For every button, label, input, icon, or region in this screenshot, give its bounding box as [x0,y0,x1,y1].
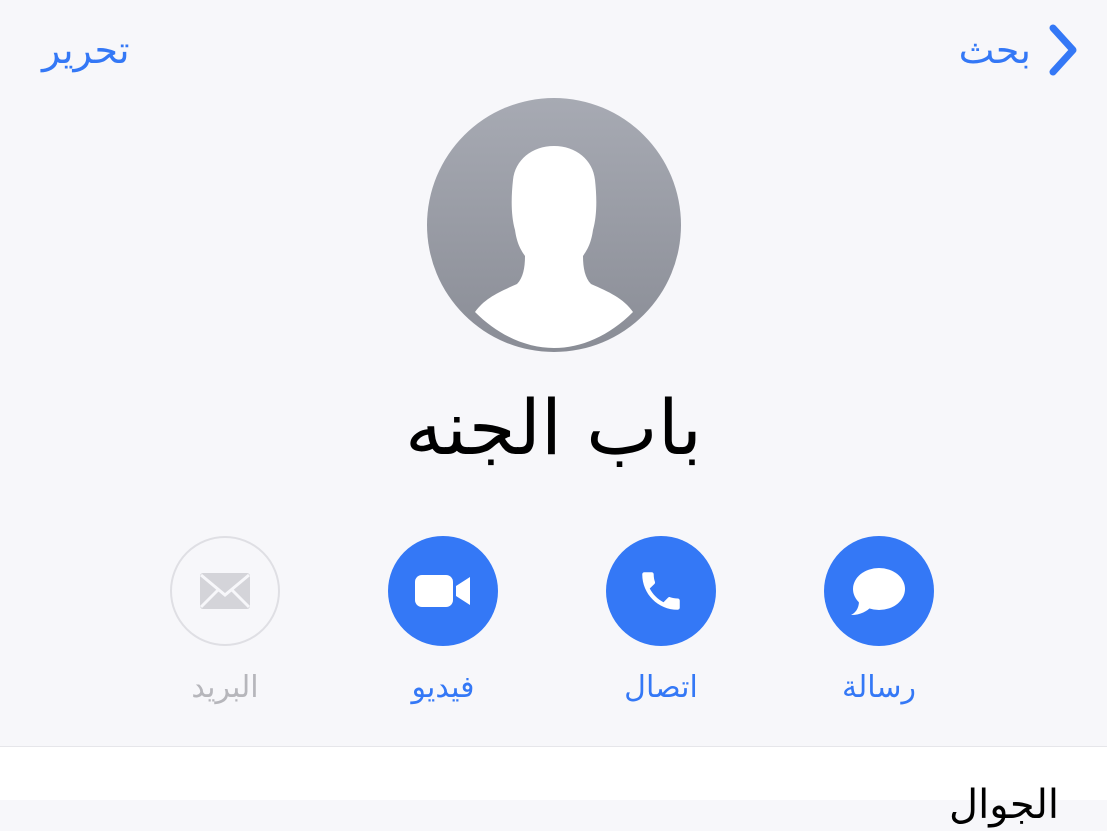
contact-info-section: الجوال [0,746,1107,828]
message-bubble-icon [851,568,905,615]
person-silhouette-icon [475,146,633,348]
call-action-label: اتصال [624,670,698,705]
chevron-right-icon [1043,20,1083,80]
edit-button[interactable]: تحرير [42,20,130,80]
message-action-circle [824,536,934,646]
video-action-label: فيديو [411,670,475,705]
mail-envelope-icon [199,573,251,609]
call-action-button[interactable]: اتصال [591,536,731,710]
back-button[interactable]: بحث [959,20,1083,80]
avatar [427,98,681,352]
mail-action-circle [170,536,280,646]
video-action-circle [388,536,498,646]
mobile-label: الجوال [949,782,1059,828]
back-button-label: بحث [958,28,1031,72]
message-action-button[interactable]: رسالة [809,536,949,710]
call-action-circle [606,536,716,646]
contact-name: باب الجنه [404,383,703,472]
video-action-button[interactable]: فيديو [373,536,513,710]
phone-icon [642,572,680,610]
mail-action-button[interactable]: البريد [155,536,295,710]
message-action-label: رسالة [842,670,916,705]
video-camera-icon [415,575,470,607]
mail-action-label: البريد [191,670,259,705]
